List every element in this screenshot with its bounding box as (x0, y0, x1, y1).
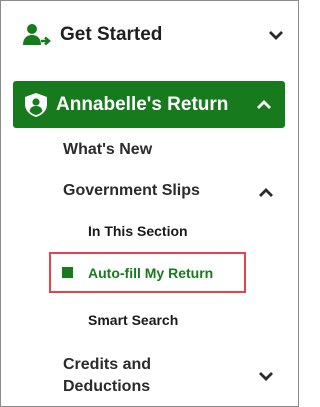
nav-item-credits-deductions[interactable]: Credits and Deductions (63, 354, 223, 398)
chevron-up-icon[interactable] (257, 184, 275, 202)
navigation-panel: Get Started Annabelle's Return What's Ne… (0, 0, 299, 407)
nav-item-whats-new[interactable]: What's New (63, 141, 152, 159)
active-bullet-icon (62, 267, 73, 278)
sub-item-autofill[interactable]: Auto-fill My Return (88, 265, 213, 281)
return-title: Annabelle's Return (56, 93, 229, 115)
sub-item-smart-search[interactable]: Smart Search (88, 312, 178, 328)
nav-item-government-slips[interactable]: Government Slips (63, 182, 200, 200)
return-section-header[interactable]: Annabelle's Return (13, 81, 285, 128)
chevron-down-icon[interactable] (267, 26, 285, 44)
sub-item-in-this-section[interactable]: In This Section (88, 223, 188, 239)
get-started-label: Get Started (60, 24, 163, 45)
chevron-up-icon[interactable] (255, 96, 273, 114)
person-arrow-icon (23, 23, 51, 47)
chevron-down-icon[interactable] (257, 367, 275, 385)
shield-user-icon (24, 92, 48, 118)
get-started-item[interactable]: Get Started (23, 17, 285, 53)
